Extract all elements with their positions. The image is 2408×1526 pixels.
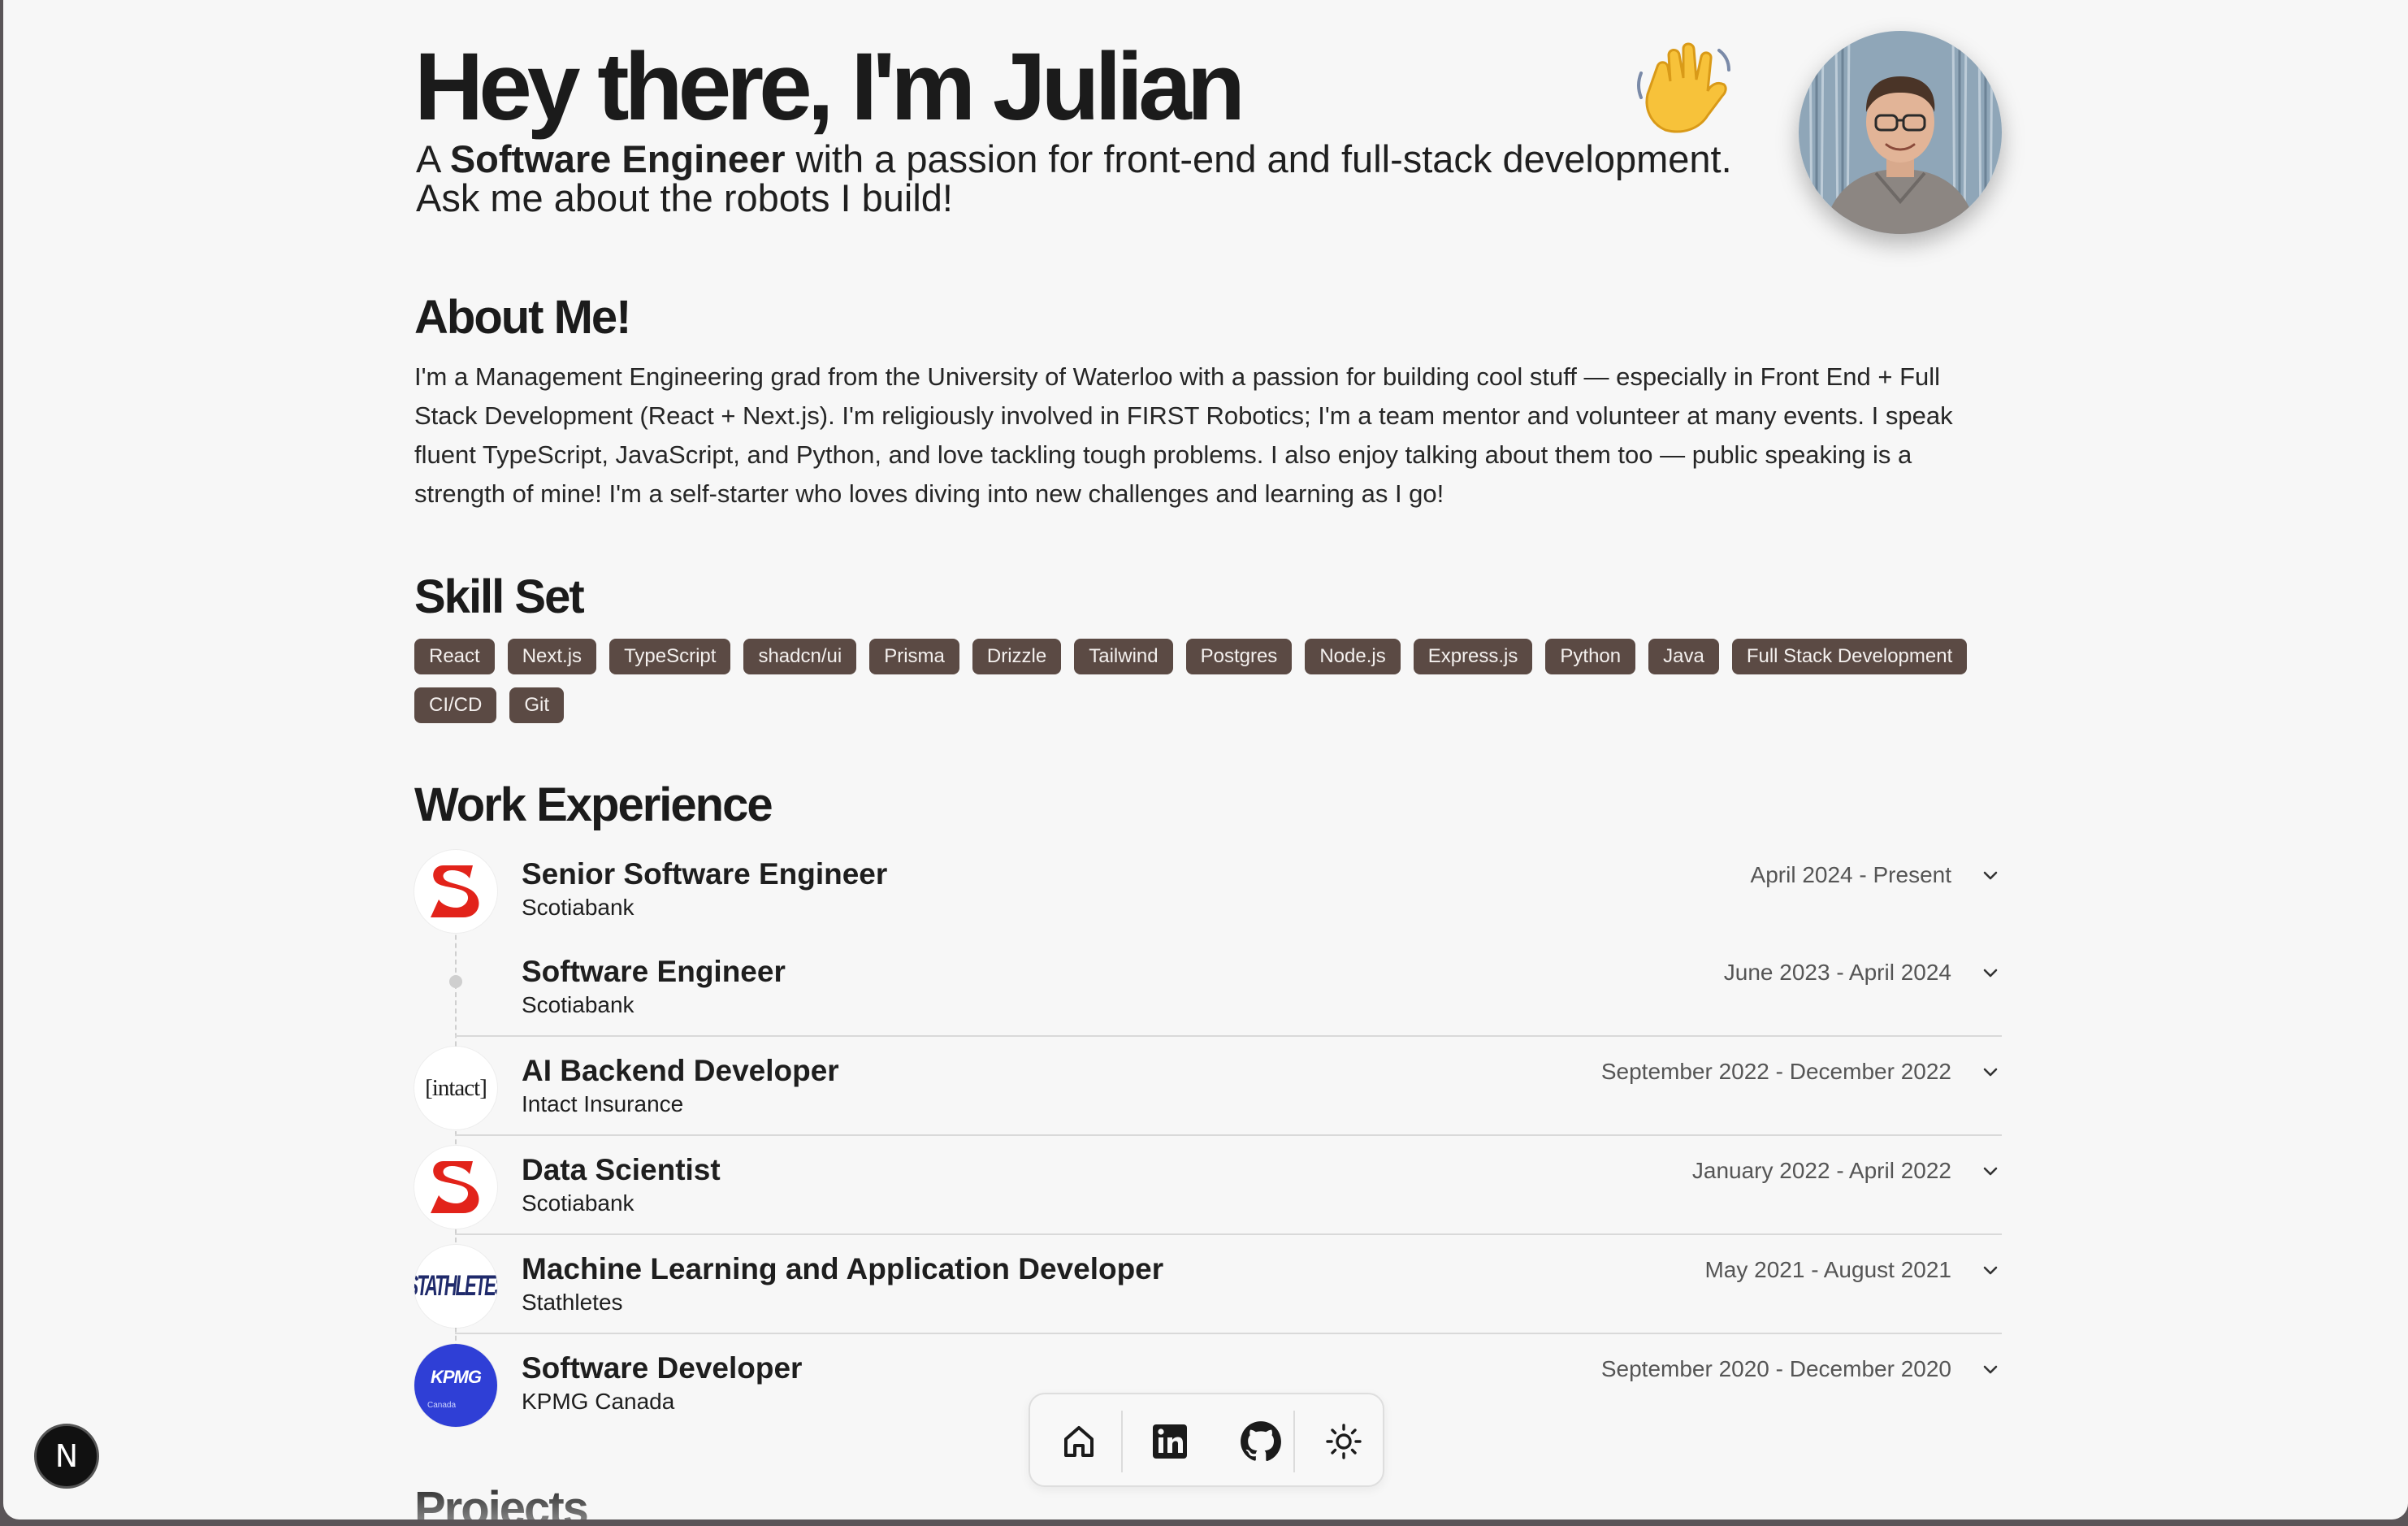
job-title: Software Engineer [522,955,786,988]
dock-separator [1293,1411,1295,1472]
skill-badge: Prisma [869,639,959,674]
skill-badge: Express.js [1413,639,1533,674]
job-company: Stathletes [522,1290,623,1315]
job-title: Data Scientist [522,1153,721,1186]
skill-badge: Node.js [1305,639,1401,674]
skill-badge: Next.js [507,639,597,674]
hero-subtitle-line2: Ask me about the robots I build! [416,176,953,219]
home-button[interactable] [1056,1419,1102,1464]
nextjs-dev-badge[interactable]: N [34,1424,99,1489]
skill-badge: Python [1545,639,1636,674]
skill-badge: Postgres [1185,639,1293,674]
kpmg-logo: KPMG Canada [414,1344,497,1427]
chevron-down-icon[interactable] [1979,1259,2002,1282]
divider [455,1333,2002,1334]
avatar-photo [1799,31,2002,234]
hero-subtitle-rest: with a passion for front-end and full-st… [785,137,1732,180]
job-company: Intact Insurance [522,1091,684,1116]
skill-badge: Git [509,687,565,723]
job-dates: September 2022 - December 2022 [1600,1059,1951,1084]
job-item[interactable]: Senior Software Engineer Scotiabank Apri… [414,845,2002,943]
about-text: I'm a Management Engineering grad from t… [414,362,1953,508]
job-company: Scotiabank [522,992,634,1017]
intact-logo: [intact] [414,1047,497,1129]
intact-logo-text: [intact] [425,1074,487,1101]
github-icon [1241,1421,1281,1462]
hero-title: Hey there, I'm Julian [414,33,1245,141]
job-dates: January 2022 - April 2022 [1691,1158,1951,1183]
chevron-down-icon[interactable] [1979,865,2002,887]
job-dates: June 2023 - April 2024 [1723,960,1951,985]
skill-badge: Full Stack Development [1731,639,1968,674]
github-button[interactable] [1238,1419,1284,1464]
job-dates: September 2020 - December 2020 [1600,1356,1951,1381]
portfolio-page: Hey there, I'm Julian A Software Enginee… [3,0,2408,1519]
timeline-dot [449,975,462,988]
theme-toggle-icon [1326,1424,1362,1459]
job-dates: May 2021 - August 2021 [1704,1257,1951,1282]
linkedin-icon [1153,1424,1187,1459]
job-company: KPMG Canada [522,1389,675,1414]
job-dates: April 2024 - Present [1750,862,1951,887]
job-company: Scotiabank [522,895,634,920]
kpmg-logo-subtext: Canada [427,1400,457,1410]
skill-badge: CI/CD [414,687,497,723]
skill-badge: Tailwind [1074,639,1173,674]
about-heading: About Me! [414,291,631,344]
nextjs-badge-label: N [54,1438,79,1474]
work-heading: Work Experience [414,778,773,831]
stathletes-logo: STATHLETES [414,1245,497,1328]
job-title: Software Developer [522,1351,803,1385]
bottom-nav-dock [1029,1393,1384,1487]
hero-subtitle-role: Software Engineer [449,137,786,180]
job-title: AI Backend Developer [522,1054,839,1087]
chevron-down-icon[interactable] [1979,1061,2002,1084]
skills-heading: Skill Set [414,570,585,623]
divider [455,1134,2002,1136]
waving-hand-icon [1637,42,1730,133]
divider [455,1035,2002,1037]
chevron-down-icon[interactable] [1979,1359,2002,1381]
job-company: Scotiabank [522,1190,634,1216]
home-icon [1064,1426,1094,1457]
skill-badge: shadcn/ui [743,639,857,674]
scotiabank-logo [414,850,497,933]
hero-subtitle: A Software Engineer with a passion for f… [416,140,1813,218]
job-title: Machine Learning and Application Develop… [522,1252,1164,1285]
avatar [1799,31,2002,234]
chevron-down-icon[interactable] [1979,1160,2002,1183]
job-item[interactable]: Data Scientist Scotiabank January 2022 -… [414,1141,2002,1238]
projects-heading: Projects [414,1482,589,1519]
skill-badge: React [414,639,495,674]
job-item[interactable]: Software Engineer Scotiabank June 2023 -… [414,943,2002,1040]
scotiabank-logo [414,1146,497,1229]
job-item[interactable]: STATHLETES Machine Learning and Applicat… [414,1240,2002,1337]
skill-badge: Java [1648,639,1719,674]
job-title: Senior Software Engineer [522,857,888,891]
stathletes-logo-text: STATHLETES [414,1269,497,1303]
theme-toggle-button[interactable] [1321,1419,1366,1464]
skill-badge: Drizzle [972,639,1062,674]
chevron-down-icon[interactable] [1979,962,2002,985]
skill-badge: TypeScript [609,639,731,674]
job-item[interactable]: [intact] AI Backend Developer Intact Ins… [414,1042,2002,1139]
divider [455,1233,2002,1235]
dock-separator [1121,1411,1123,1472]
skill-list: React Next.js TypeScript shadcn/ui Prism… [414,639,2007,723]
kpmg-logo-text: KPMG [431,1366,482,1387]
linkedin-button[interactable] [1147,1419,1193,1464]
hero-subtitle-prefix: A [416,137,450,180]
